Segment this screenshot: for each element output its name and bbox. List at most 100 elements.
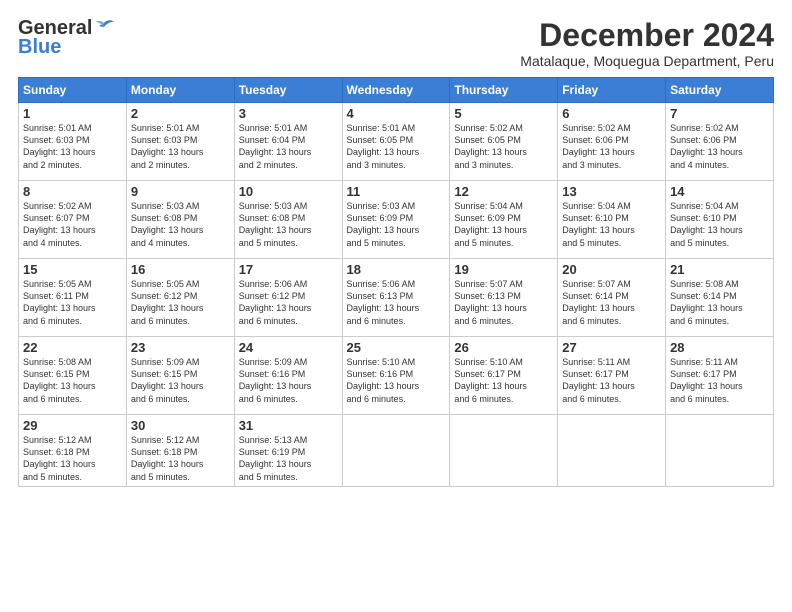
day-number: 2: [131, 106, 230, 121]
day-number: 1: [23, 106, 122, 121]
sunset-label: Sunset: 6:10 PM: [562, 213, 629, 223]
table-row: 13 Sunrise: 5:04 AM Sunset: 6:10 PM Dayl…: [558, 181, 666, 259]
day-number: 24: [239, 340, 338, 355]
sunrise-label: Sunrise: 5:07 AM: [454, 279, 523, 289]
daylight-label: Daylight: 13 hours and 6 minutes.: [454, 303, 527, 325]
calendar-header-row: Sunday Monday Tuesday Wednesday Thursday…: [19, 78, 774, 103]
day-number: 13: [562, 184, 661, 199]
sunrise-label: Sunrise: 5:10 AM: [347, 357, 416, 367]
col-friday: Friday: [558, 78, 666, 103]
table-row: 12 Sunrise: 5:04 AM Sunset: 6:09 PM Dayl…: [450, 181, 558, 259]
table-row: 4 Sunrise: 5:01 AM Sunset: 6:05 PM Dayli…: [342, 103, 450, 181]
table-row: 19 Sunrise: 5:07 AM Sunset: 6:13 PM Dayl…: [450, 259, 558, 337]
day-info: Sunrise: 5:04 AM Sunset: 6:10 PM Dayligh…: [562, 200, 661, 249]
col-sunday: Sunday: [19, 78, 127, 103]
table-row: 28 Sunrise: 5:11 AM Sunset: 6:17 PM Dayl…: [666, 337, 774, 415]
sunrise-label: Sunrise: 5:01 AM: [239, 123, 308, 133]
day-info: Sunrise: 5:02 AM Sunset: 6:07 PM Dayligh…: [23, 200, 122, 249]
day-info: Sunrise: 5:03 AM Sunset: 6:09 PM Dayligh…: [347, 200, 446, 249]
day-number: 18: [347, 262, 446, 277]
sunset-label: Sunset: 6:04 PM: [239, 135, 306, 145]
col-wednesday: Wednesday: [342, 78, 450, 103]
sunrise-label: Sunrise: 5:13 AM: [239, 435, 308, 445]
day-info: Sunrise: 5:06 AM Sunset: 6:13 PM Dayligh…: [347, 278, 446, 327]
sunrise-label: Sunrise: 5:10 AM: [454, 357, 523, 367]
table-row: 24 Sunrise: 5:09 AM Sunset: 6:16 PM Dayl…: [234, 337, 342, 415]
daylight-label: Daylight: 13 hours and 6 minutes.: [239, 303, 312, 325]
daylight-label: Daylight: 13 hours and 6 minutes.: [239, 381, 312, 403]
sunrise-label: Sunrise: 5:02 AM: [562, 123, 631, 133]
col-saturday: Saturday: [666, 78, 774, 103]
sunrise-label: Sunrise: 5:12 AM: [131, 435, 200, 445]
daylight-label: Daylight: 13 hours and 3 minutes.: [347, 147, 420, 169]
table-row: 15 Sunrise: 5:05 AM Sunset: 6:11 PM Dayl…: [19, 259, 127, 337]
daylight-label: Daylight: 13 hours and 2 minutes.: [131, 147, 204, 169]
daylight-label: Daylight: 13 hours and 4 minutes.: [23, 225, 96, 247]
day-info: Sunrise: 5:11 AM Sunset: 6:17 PM Dayligh…: [670, 356, 769, 405]
daylight-label: Daylight: 13 hours and 5 minutes.: [23, 459, 96, 481]
table-row: 31 Sunrise: 5:13 AM Sunset: 6:19 PM Dayl…: [234, 415, 342, 487]
sunset-label: Sunset: 6:14 PM: [562, 291, 629, 301]
day-number: 17: [239, 262, 338, 277]
sunset-label: Sunset: 6:09 PM: [454, 213, 521, 223]
day-info: Sunrise: 5:04 AM Sunset: 6:09 PM Dayligh…: [454, 200, 553, 249]
day-info: Sunrise: 5:02 AM Sunset: 6:05 PM Dayligh…: [454, 122, 553, 171]
table-row: 22 Sunrise: 5:08 AM Sunset: 6:15 PM Dayl…: [19, 337, 127, 415]
sunrise-label: Sunrise: 5:01 AM: [131, 123, 200, 133]
table-row: 25 Sunrise: 5:10 AM Sunset: 6:16 PM Dayl…: [342, 337, 450, 415]
table-row: 3 Sunrise: 5:01 AM Sunset: 6:04 PM Dayli…: [234, 103, 342, 181]
daylight-label: Daylight: 13 hours and 3 minutes.: [454, 147, 527, 169]
sunset-label: Sunset: 6:13 PM: [347, 291, 414, 301]
day-number: 19: [454, 262, 553, 277]
daylight-label: Daylight: 13 hours and 6 minutes.: [670, 381, 743, 403]
sunrise-label: Sunrise: 5:01 AM: [23, 123, 92, 133]
day-number: 4: [347, 106, 446, 121]
table-row: 30 Sunrise: 5:12 AM Sunset: 6:18 PM Dayl…: [126, 415, 234, 487]
day-number: 25: [347, 340, 446, 355]
daylight-label: Daylight: 13 hours and 4 minutes.: [670, 147, 743, 169]
title-section: December 2024 Matalaque, Moquegua Depart…: [520, 18, 774, 69]
sunrise-label: Sunrise: 5:04 AM: [670, 201, 739, 211]
sunrise-label: Sunrise: 5:06 AM: [239, 279, 308, 289]
sunrise-label: Sunrise: 5:06 AM: [347, 279, 416, 289]
sunrise-label: Sunrise: 5:11 AM: [562, 357, 630, 367]
page: General Blue December 2024 Matalaque, Mo…: [0, 0, 792, 612]
day-info: Sunrise: 5:06 AM Sunset: 6:12 PM Dayligh…: [239, 278, 338, 327]
table-row: 16 Sunrise: 5:05 AM Sunset: 6:12 PM Dayl…: [126, 259, 234, 337]
day-info: Sunrise: 5:09 AM Sunset: 6:16 PM Dayligh…: [239, 356, 338, 405]
table-row: 5 Sunrise: 5:02 AM Sunset: 6:05 PM Dayli…: [450, 103, 558, 181]
sunset-label: Sunset: 6:05 PM: [347, 135, 414, 145]
day-number: 9: [131, 184, 230, 199]
daylight-label: Daylight: 13 hours and 5 minutes.: [131, 459, 204, 481]
day-number: 12: [454, 184, 553, 199]
daylight-label: Daylight: 13 hours and 6 minutes.: [347, 303, 420, 325]
table-row: 18 Sunrise: 5:06 AM Sunset: 6:13 PM Dayl…: [342, 259, 450, 337]
day-number: 20: [562, 262, 661, 277]
daylight-label: Daylight: 13 hours and 6 minutes.: [562, 303, 635, 325]
logo: General Blue: [18, 18, 115, 59]
table-row: 29 Sunrise: 5:12 AM Sunset: 6:18 PM Dayl…: [19, 415, 127, 487]
day-number: 30: [131, 418, 230, 433]
sunset-label: Sunset: 6:03 PM: [131, 135, 198, 145]
sunset-label: Sunset: 6:06 PM: [562, 135, 629, 145]
sunset-label: Sunset: 6:09 PM: [347, 213, 414, 223]
sunrise-label: Sunrise: 5:03 AM: [131, 201, 200, 211]
logo-blue-text: Blue: [18, 36, 61, 59]
sunset-label: Sunset: 6:15 PM: [131, 369, 198, 379]
daylight-label: Daylight: 13 hours and 2 minutes.: [239, 147, 312, 169]
day-number: 8: [23, 184, 122, 199]
sunset-label: Sunset: 6:17 PM: [562, 369, 629, 379]
day-number: 7: [670, 106, 769, 121]
sunrise-label: Sunrise: 5:02 AM: [670, 123, 739, 133]
table-row: 23 Sunrise: 5:09 AM Sunset: 6:15 PM Dayl…: [126, 337, 234, 415]
daylight-label: Daylight: 13 hours and 6 minutes.: [347, 381, 420, 403]
sunrise-label: Sunrise: 5:05 AM: [131, 279, 200, 289]
day-info: Sunrise: 5:05 AM Sunset: 6:12 PM Dayligh…: [131, 278, 230, 327]
day-number: 14: [670, 184, 769, 199]
table-row: 14 Sunrise: 5:04 AM Sunset: 6:10 PM Dayl…: [666, 181, 774, 259]
sunrise-label: Sunrise: 5:07 AM: [562, 279, 631, 289]
daylight-label: Daylight: 13 hours and 6 minutes.: [23, 381, 96, 403]
sunrise-label: Sunrise: 5:08 AM: [670, 279, 739, 289]
day-number: 23: [131, 340, 230, 355]
sunset-label: Sunset: 6:18 PM: [23, 447, 90, 457]
